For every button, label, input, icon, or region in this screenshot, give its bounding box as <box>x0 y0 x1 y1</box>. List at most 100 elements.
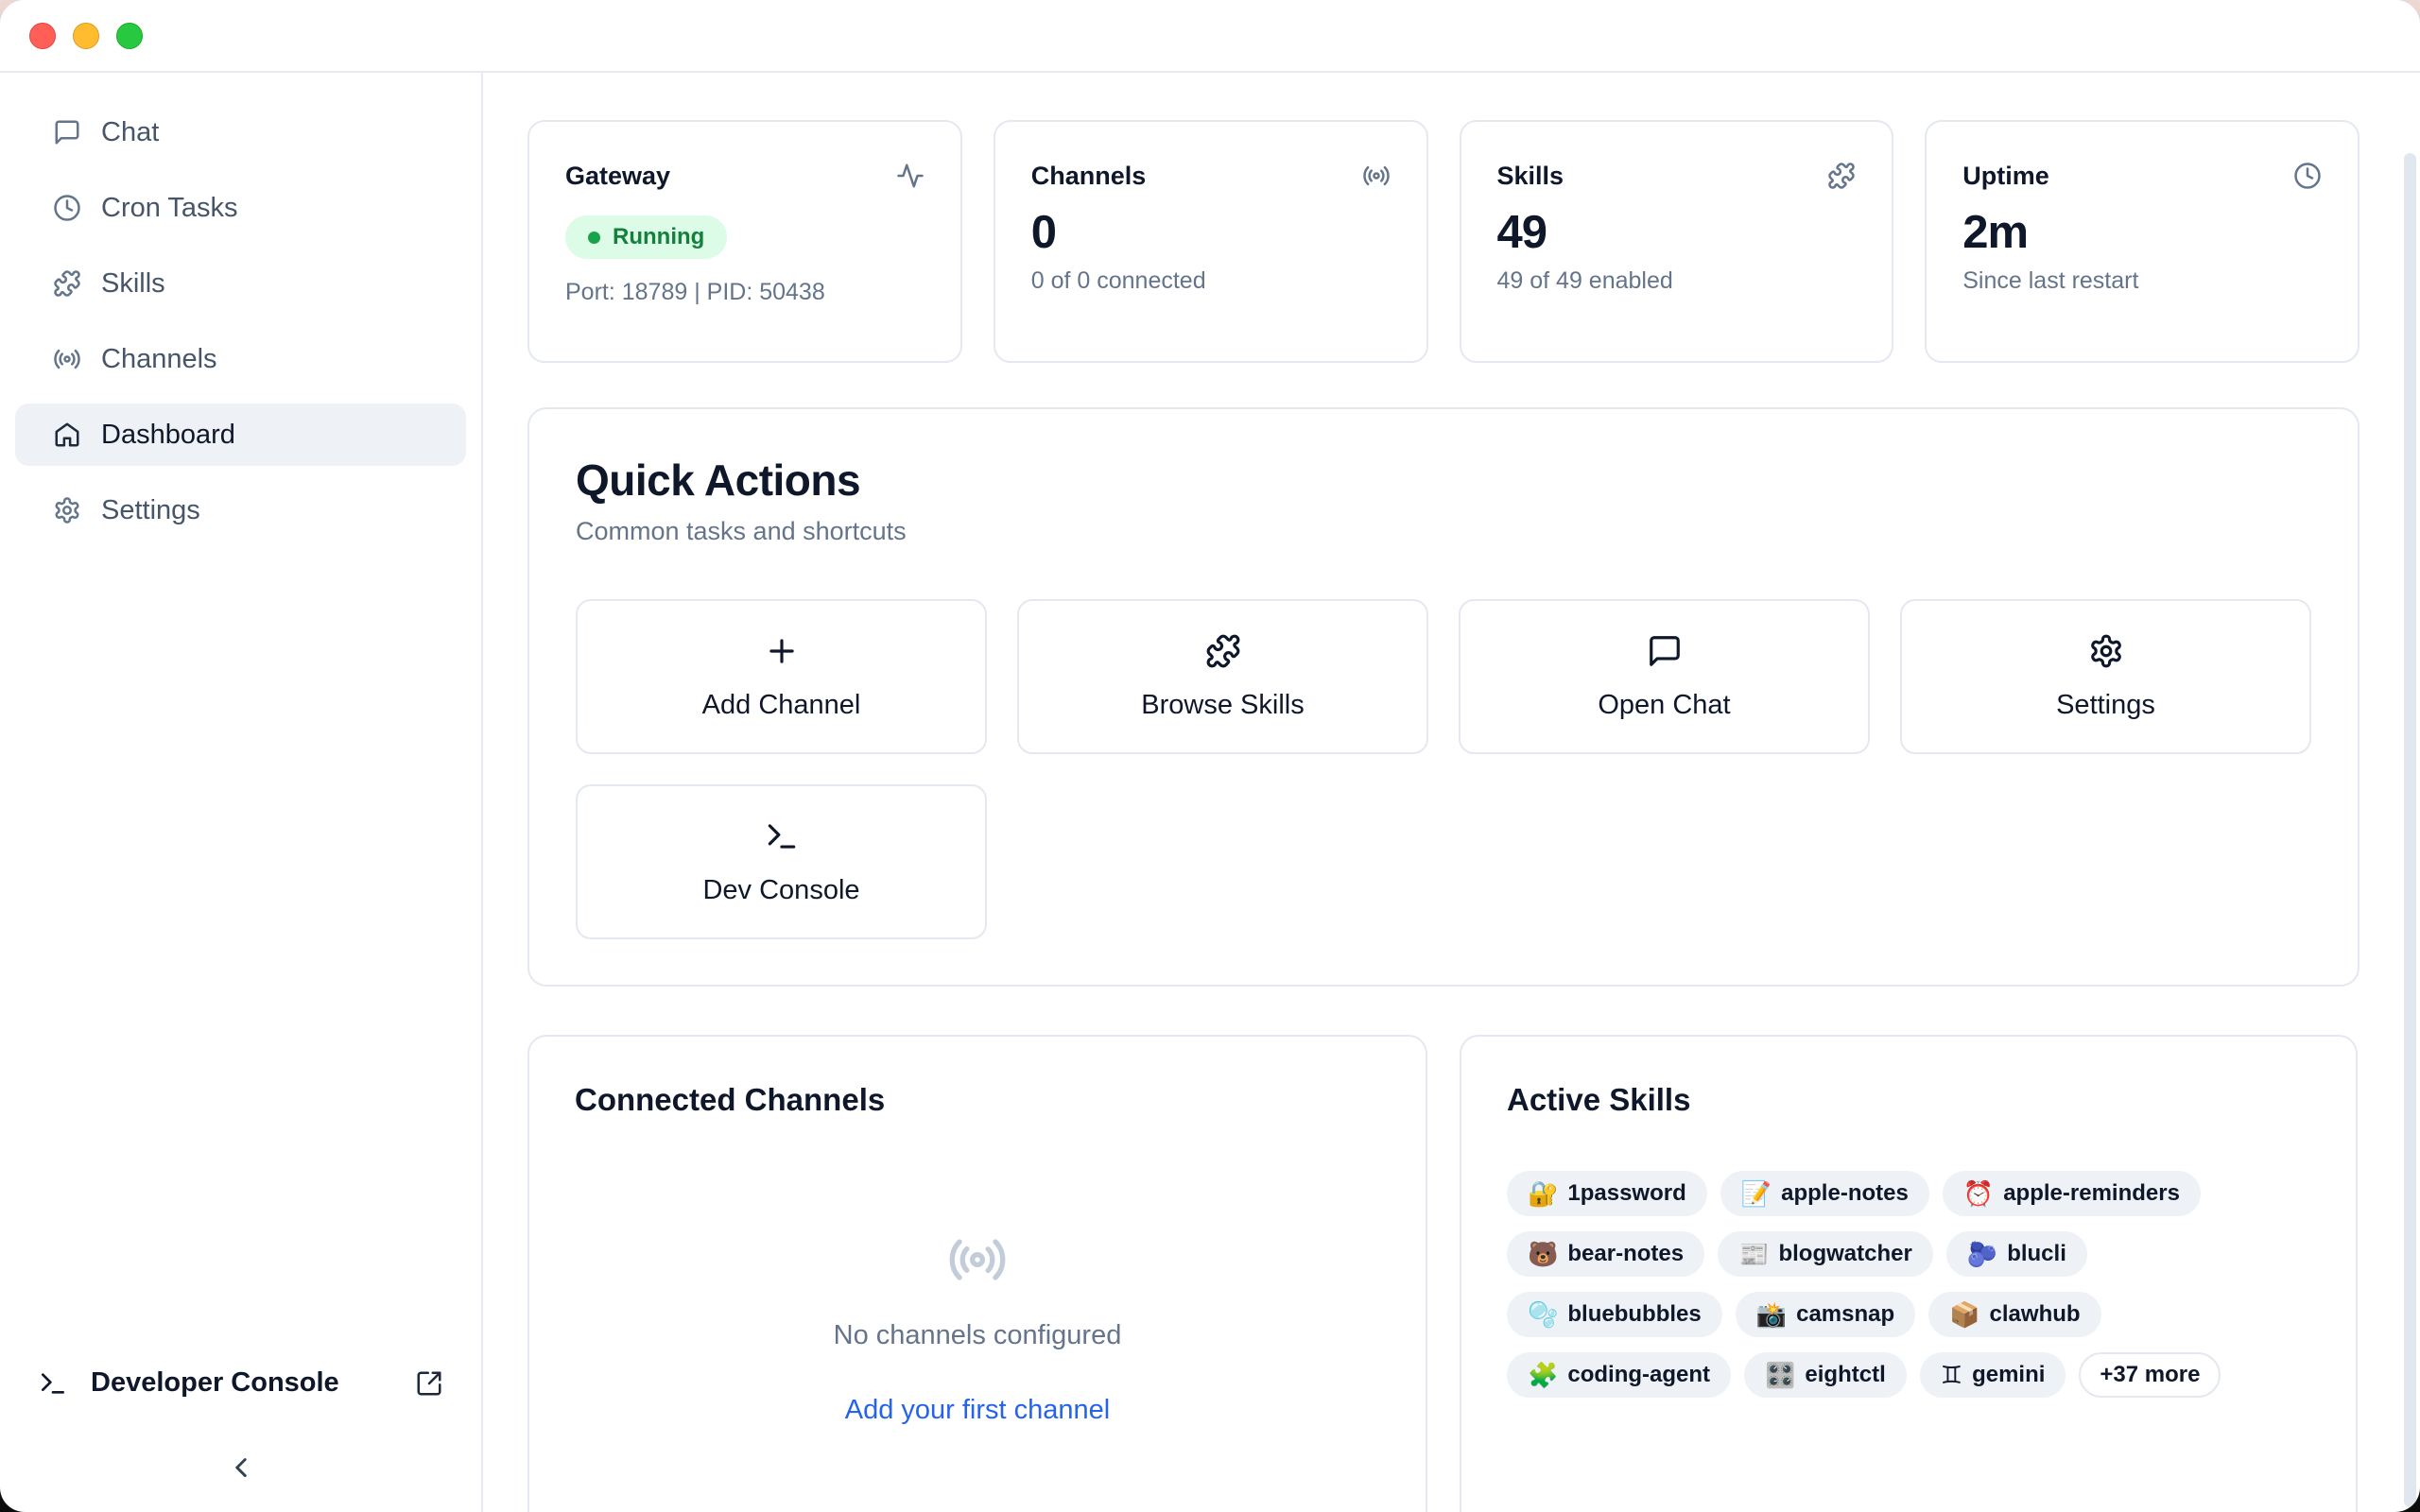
more-skills-button[interactable]: +37 more <box>2079 1352 2221 1398</box>
radio-icon <box>947 1229 1008 1290</box>
skill-chip-gemini: ♊ gemini <box>1920 1352 2066 1398</box>
channels-title: Channels <box>1031 162 1147 191</box>
gateway-status-badge: Running <box>565 215 727 259</box>
connected-channels-title: Connected Channels <box>575 1082 1380 1118</box>
skill-emoji-icon: 📦 <box>1949 1302 1979 1327</box>
connected-channels-card: Connected Channels No channels configure… <box>527 1035 1427 1512</box>
gateway-card: Gateway Running Port: 18789 | PID: 50438 <box>527 120 962 363</box>
skill-emoji-icon: 📝 <box>1741 1181 1772 1206</box>
skill-chip-label: clawhub <box>1990 1301 2081 1328</box>
close-button[interactable] <box>29 23 56 49</box>
browse-skills-button[interactable]: Browse Skills <box>1017 599 1428 754</box>
sidebar-item-label: Skills <box>101 268 165 300</box>
activity-icon <box>896 162 925 190</box>
open-chat-button[interactable]: Open Chat <box>1459 599 1870 754</box>
minimize-button[interactable] <box>73 23 99 49</box>
skills-value: 49 <box>1497 206 1857 259</box>
action-label: Browse Skills <box>1141 690 1304 721</box>
terminal-icon <box>38 1368 68 1399</box>
skill-emoji-icon: 🎛️ <box>1765 1363 1795 1387</box>
quick-actions-grid: Add Channel Browse Skills Open Chat Setting… <box>576 599 2311 939</box>
collapse-sidebar-button[interactable] <box>225 1452 257 1484</box>
quick-actions-subtitle: Common tasks and shortcuts <box>576 517 2311 546</box>
traffic-lights <box>29 23 143 49</box>
clock-icon <box>53 194 81 222</box>
home-icon <box>53 421 81 449</box>
sidebar-footer: Developer Console <box>15 1367 466 1484</box>
skill-emoji-icon: ♊ <box>1941 1363 1962 1387</box>
puzzle-icon <box>1827 162 1856 190</box>
sidebar-item-skills[interactable]: Skills <box>15 252 466 315</box>
skill-chip-clawhub: 📦 clawhub <box>1928 1292 2100 1337</box>
action-label: Dev Console <box>702 875 859 906</box>
skill-emoji-icon: 🐻 <box>1528 1242 1558 1266</box>
scrollbar-thumb[interactable] <box>2404 153 2416 1507</box>
skill-emoji-icon: 📸 <box>1756 1302 1787 1327</box>
sidebar-item-cron-tasks[interactable]: Cron Tasks <box>15 177 466 239</box>
action-label: Open Chat <box>1598 690 1730 721</box>
external-link-icon[interactable] <box>415 1369 443 1398</box>
quick-actions-title: Quick Actions <box>576 455 2311 506</box>
sidebar-item-settings[interactable]: Settings <box>15 479 466 541</box>
skill-emoji-icon: 🔐 <box>1528 1181 1558 1206</box>
gateway-detail: Port: 18789 | PID: 50438 <box>565 279 925 306</box>
skill-emoji-icon: 📰 <box>1738 1242 1769 1266</box>
action-label: Settings <box>2056 690 2155 721</box>
plus-icon <box>764 633 800 669</box>
quick-actions-panel: Quick Actions Common tasks and shortcuts… <box>527 407 2360 987</box>
empty-state-text: No channels configured <box>834 1320 1122 1351</box>
skill-chip-blucli: 🫐 blucli <box>1946 1231 2087 1277</box>
skills-chip-list: 🔐 1password 📝apple-notes ⏰apple-reminders 🐻 b… <box>1507 1171 2310 1398</box>
skill-chip-bear-notes: 🐻 bear-notes <box>1507 1231 1704 1277</box>
skill-chip-label: camsnap <box>1796 1301 1894 1328</box>
app-window: Chat Cron Tasks Skills Channels Dashboard Set… <box>0 0 2420 1512</box>
gateway-title: Gateway <box>565 162 670 191</box>
developer-console-label: Developer Console <box>91 1367 339 1399</box>
channels-caption: 0 of 0 connected <box>1031 267 1391 295</box>
gateway-status-label: Running <box>613 224 704 250</box>
active-skills-card: Active Skills 🔐 1password 📝apple-notes ⏰app… <box>1460 1035 2358 1512</box>
titlebar <box>0 0 2420 73</box>
skill-emoji-icon: 🫐 <box>1967 1242 1997 1266</box>
skill-chip-apple-notes: 📝apple-notes <box>1720 1171 1929 1216</box>
uptime-card: Uptime 2m Since last restart <box>1925 120 2360 363</box>
skill-chip-label: coding-agent <box>1567 1362 1710 1388</box>
skill-chip-label: apple-reminders <box>2003 1180 2180 1207</box>
skill-chip-label: blucli <box>2007 1241 2066 1267</box>
developer-console-button[interactable]: Developer Console <box>15 1367 466 1399</box>
settings-button[interactable]: Settings <box>1900 599 2311 754</box>
skill-chip-label: gemini <box>1972 1362 2045 1388</box>
zoom-button[interactable] <box>116 23 143 49</box>
channels-card: Channels 0 0 of 0 connected <box>994 120 1428 363</box>
skill-chip-label: blogwatcher <box>1778 1241 1911 1267</box>
add-first-channel-link[interactable]: Add your first channel <box>845 1395 1110 1426</box>
sidebar-item-label: Chat <box>101 117 159 148</box>
skill-chip-label: 1password <box>1567 1180 1685 1207</box>
sidebar-item-label: Dashboard <box>101 420 235 451</box>
skill-chip-eightctl: 🎛️eightctl <box>1744 1352 1907 1398</box>
sidebar-item-label: Channels <box>101 344 217 375</box>
action-label: Add Channel <box>702 690 861 721</box>
skill-emoji-icon: 🧩 <box>1528 1363 1558 1387</box>
skill-emoji-icon: 🫧 <box>1528 1302 1558 1327</box>
skills-caption: 49 of 49 enabled <box>1497 267 1857 295</box>
channels-empty-state: No channels configured Add your first ch… <box>575 1229 1380 1426</box>
uptime-caption: Since last restart <box>1962 267 2322 295</box>
sidebar-item-dashboard[interactable]: Dashboard <box>15 404 466 466</box>
uptime-value: 2m <box>1962 206 2322 259</box>
sidebar-item-label: Settings <box>101 495 200 526</box>
terminal-icon <box>764 818 800 854</box>
skill-chip-label: bear-notes <box>1567 1241 1684 1267</box>
active-skills-title: Active Skills <box>1507 1082 2310 1118</box>
skill-chip-camsnap: 📸 camsnap <box>1736 1292 1915 1337</box>
sidebar-item-chat[interactable]: Chat <box>15 101 466 163</box>
skill-chip-apple-reminders: ⏰apple-reminders <box>1943 1171 2201 1216</box>
add-channel-button[interactable]: Add Channel <box>576 599 987 754</box>
skill-chip-coding-agent: 🧩 coding-agent <box>1507 1352 1731 1398</box>
skills-title: Skills <box>1497 162 1564 191</box>
skill-chip-bluebubbles: 🫧bluebubbles <box>1507 1292 1722 1337</box>
sidebar-item-channels[interactable]: Channels <box>15 328 466 390</box>
dev-console-button[interactable]: Dev Console <box>576 784 987 939</box>
puzzle-icon <box>1205 633 1241 669</box>
clock-icon <box>2293 162 2322 190</box>
